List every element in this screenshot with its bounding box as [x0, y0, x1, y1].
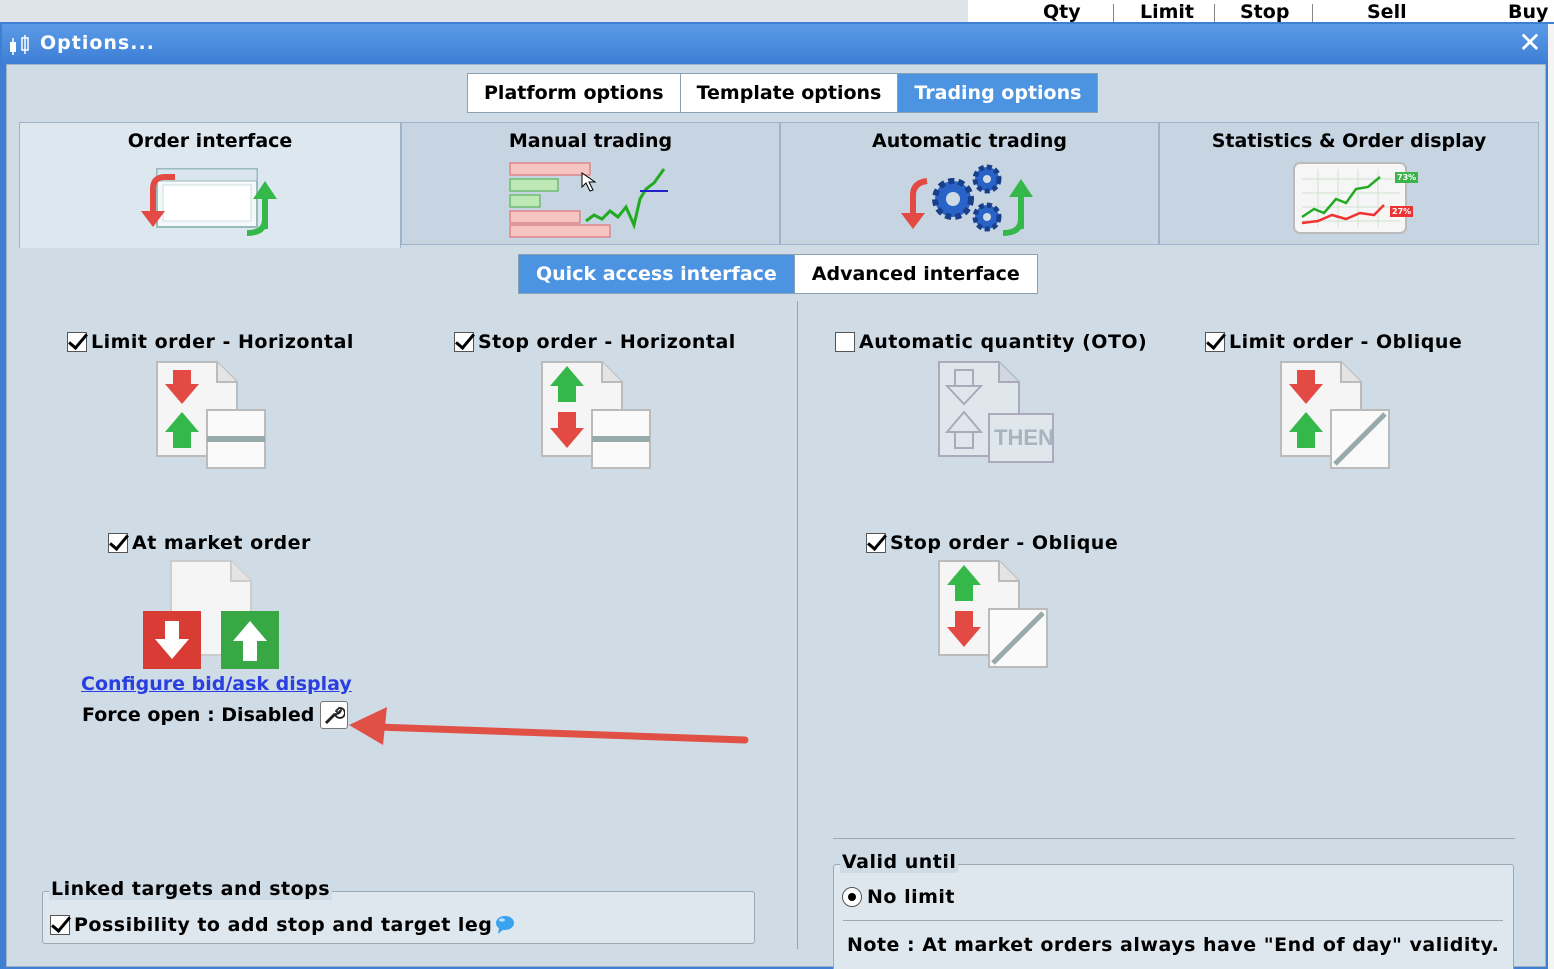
then-icon-text: THEN — [994, 425, 1054, 450]
add-stop-target-leg-checkbox[interactable] — [50, 915, 70, 935]
group-title: Valid until — [840, 851, 959, 873]
option-label: Possibility to add stop and target leg — [74, 914, 493, 936]
at-market-checkbox[interactable] — [108, 533, 128, 553]
tab-trading-options[interactable]: Trading options — [898, 74, 1098, 112]
options-dialog: Options... ✕ Platform options Template o… — [0, 22, 1554, 969]
stop-oblique-checkbox[interactable] — [866, 533, 886, 553]
category-label: Statistics & Order display — [1211, 130, 1487, 152]
option-label: No limit — [867, 886, 955, 908]
stop-horizontal-icon — [541, 361, 651, 469]
tab-template-options[interactable]: Template options — [680, 74, 899, 112]
stop-oblique-icon — [938, 560, 1048, 668]
dialog-client-area: Platform options Template options Tradin… — [6, 64, 1546, 969]
stats-badge-green: 73% — [1395, 172, 1419, 183]
candlestick-app-icon — [10, 35, 29, 55]
stats-badge-red: 27% — [1390, 206, 1414, 217]
limit-oblique-checkbox[interactable] — [1205, 332, 1225, 352]
close-button[interactable]: ✕ — [1516, 29, 1544, 57]
background-order-columns: Qty Limit Stop Sell Buy — [968, 0, 1554, 24]
category-label: Manual trading — [508, 130, 673, 152]
wrench-icon — [325, 707, 346, 725]
no-limit-radio[interactable] — [842, 887, 862, 907]
interface-tab-bar: Quick access interface Advanced interfac… — [518, 254, 1038, 294]
option-label: Limit order - Oblique — [1229, 331, 1463, 353]
column-separator — [1214, 4, 1215, 22]
info-bubble-icon[interactable] — [494, 914, 516, 936]
tab-quick-access-interface[interactable]: Quick access interface — [519, 255, 795, 293]
option-stop-oblique[interactable]: Stop order - Oblique — [866, 532, 1118, 554]
option-add-stop-target-leg[interactable]: Possibility to add stop and target leg — [50, 914, 516, 936]
column-qty: Qty — [1043, 1, 1081, 23]
valid-until-group: Valid until No limit Note : At market or… — [833, 851, 1514, 969]
option-automatic-quantity[interactable]: Automatic quantity (OTO) — [835, 331, 1147, 353]
column-sell: Sell — [1367, 1, 1407, 23]
category-label: Automatic trading — [872, 130, 1067, 152]
option-label: Stop order - Horizontal — [478, 331, 736, 353]
validity-note: Note : At market orders always have "End… — [847, 934, 1499, 956]
option-no-limit[interactable]: No limit — [842, 886, 955, 908]
column-separator — [1113, 4, 1114, 22]
stop-horizontal-checkbox[interactable] — [454, 332, 474, 352]
statistics-chart-icon — [1293, 162, 1407, 234]
manual-trading-icon — [509, 162, 668, 238]
limit-horizontal-icon — [156, 361, 266, 469]
dialog-title: Options... — [40, 32, 155, 54]
option-label: Limit order - Horizontal — [91, 331, 354, 353]
option-at-market[interactable]: At market order — [108, 532, 311, 554]
tab-platform-options[interactable]: Platform options — [468, 74, 681, 112]
option-limit-oblique[interactable]: Limit order - Oblique — [1205, 331, 1462, 353]
category-tab-row: Order interface Manual trading Automatic… — [19, 122, 1539, 248]
column-separator — [1312, 4, 1313, 22]
order-interface-icon — [141, 168, 277, 236]
force-open-settings-button[interactable] — [320, 701, 349, 729]
category-automatic-trading[interactable]: Automatic trading — [780, 122, 1159, 245]
option-limit-horizontal[interactable]: Limit order - Horizontal — [67, 331, 354, 353]
note-text: Note : At market orders always have "End… — [847, 934, 1500, 956]
option-label: Stop order - Oblique — [890, 532, 1119, 554]
column-divider — [797, 301, 798, 949]
force-open-row: Force open : Disabled — [82, 701, 349, 729]
automatic-quantity-icon — [938, 361, 1054, 463]
title-bar[interactable]: Options... ✕ — [2, 24, 1552, 64]
linked-targets-group: Linked targets and stops Possibility to … — [42, 878, 755, 944]
force-open-label: Force open : Disabled — [82, 704, 315, 726]
option-label: Automatic quantity (OTO) — [859, 331, 1148, 353]
column-stop: Stop — [1240, 1, 1290, 23]
at-market-icon — [143, 560, 279, 669]
limit-oblique-icon — [1280, 361, 1390, 469]
automatic-quantity-checkbox[interactable] — [835, 332, 855, 352]
note-divider — [843, 920, 1503, 921]
limit-horizontal-checkbox[interactable] — [67, 332, 87, 352]
top-tab-bar: Platform options Template options Tradin… — [467, 73, 1099, 113]
category-order-interface[interactable]: Order interface — [19, 122, 401, 248]
background-toolbar — [0, 0, 968, 24]
tab-advanced-interface[interactable]: Advanced interface — [794, 255, 1037, 293]
annotation-arrow — [349, 707, 749, 745]
automatic-trading-icon — [900, 164, 1033, 236]
option-stop-horizontal[interactable]: Stop order - Horizontal — [454, 331, 736, 353]
option-label: At market order — [132, 532, 311, 554]
valid-until-divider — [833, 838, 1515, 839]
configure-bid-ask-link[interactable]: Configure bid/ask display — [81, 673, 352, 695]
category-manual-trading[interactable]: Manual trading — [401, 122, 780, 245]
column-buy: Buy — [1508, 1, 1549, 23]
category-label: Order interface — [127, 130, 293, 152]
group-title: Linked targets and stops — [49, 878, 333, 900]
category-statistics-order-display[interactable]: Statistics & Order display 73% 27% — [1159, 122, 1539, 245]
background-right-strip — [1548, 24, 1554, 969]
column-limit: Limit — [1140, 1, 1195, 23]
